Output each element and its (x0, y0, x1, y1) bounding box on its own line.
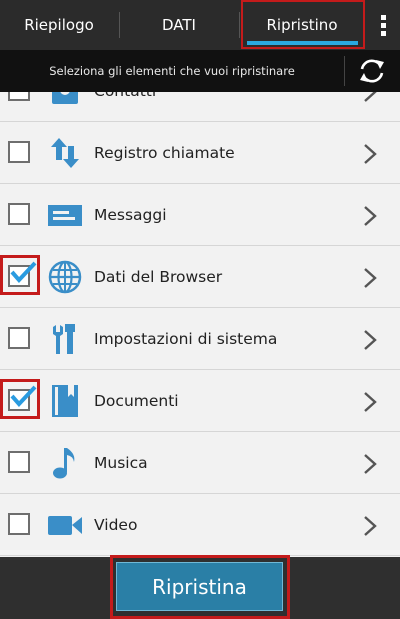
item-label: Documenti (94, 392, 179, 410)
highlight-box (241, 0, 365, 49)
list-item-video[interactable]: Video (0, 494, 400, 556)
checkbox[interactable] (8, 141, 30, 163)
overflow-menu-icon[interactable] (366, 0, 400, 50)
checkbox[interactable] (8, 92, 30, 101)
restore-item-list: Contatti Registro chiamate Messaggi (0, 92, 400, 557)
chevron-right-icon (364, 454, 377, 474)
chevron-right-icon (364, 92, 377, 102)
tab-dati[interactable]: DATI (120, 0, 238, 50)
chevron-right-icon (364, 206, 377, 226)
chevron-right-icon (364, 516, 377, 536)
tab-riepilogo[interactable]: Riepilogo (0, 0, 118, 50)
tools-icon (53, 324, 75, 354)
chevron-right-icon (364, 144, 377, 164)
item-label: Impostazioni di sistema (94, 330, 278, 348)
item-label: Dati del Browser (94, 268, 223, 286)
tab-bar: Riepilogo DATI Ripristino (0, 0, 400, 50)
subheader-separator (344, 56, 345, 86)
refresh-icon[interactable] (354, 54, 390, 88)
message-icon (48, 205, 82, 226)
list-item-messaggi[interactable]: Messaggi (0, 184, 400, 246)
chevron-right-icon (364, 330, 377, 350)
checkbox[interactable] (8, 327, 30, 349)
document-icon (52, 385, 78, 417)
tab-label: DATI (162, 16, 196, 34)
list-item-contatti[interactable]: Contatti (0, 92, 400, 122)
list-item-registro-chiamate[interactable]: Registro chiamate (0, 122, 400, 184)
music-note-icon (53, 448, 75, 479)
bottom-bar: Ripristina (0, 555, 400, 619)
chevron-right-icon (364, 268, 377, 288)
item-label: Registro chiamate (94, 144, 235, 162)
list-item-documenti[interactable]: Documenti (0, 370, 400, 432)
highlight-box (0, 379, 40, 419)
highlight-box (0, 255, 40, 295)
item-label: Musica (94, 454, 148, 472)
item-label: Messaggi (94, 206, 167, 224)
highlight-box (110, 555, 290, 619)
contacts-icon (52, 92, 78, 104)
subheader-text: Seleziona gli elementi che vuoi ripristi… (49, 64, 295, 78)
checkbox[interactable] (8, 513, 30, 535)
tab-label: Riepilogo (24, 16, 94, 34)
list-item-impostazioni-sistema[interactable]: Impostazioni di sistema (0, 308, 400, 370)
item-label: Contatti (94, 92, 156, 122)
call-log-icon (51, 138, 79, 168)
video-camera-icon (48, 516, 82, 535)
chevron-right-icon (364, 392, 377, 412)
list-item-dati-browser[interactable]: Dati del Browser (0, 246, 400, 308)
checkbox[interactable] (8, 451, 30, 473)
checkbox[interactable] (8, 203, 30, 225)
subheader: Seleziona gli elementi che vuoi ripristi… (0, 50, 400, 92)
globe-icon (48, 260, 82, 294)
list-item-musica[interactable]: Musica (0, 432, 400, 494)
item-label: Video (94, 516, 138, 534)
